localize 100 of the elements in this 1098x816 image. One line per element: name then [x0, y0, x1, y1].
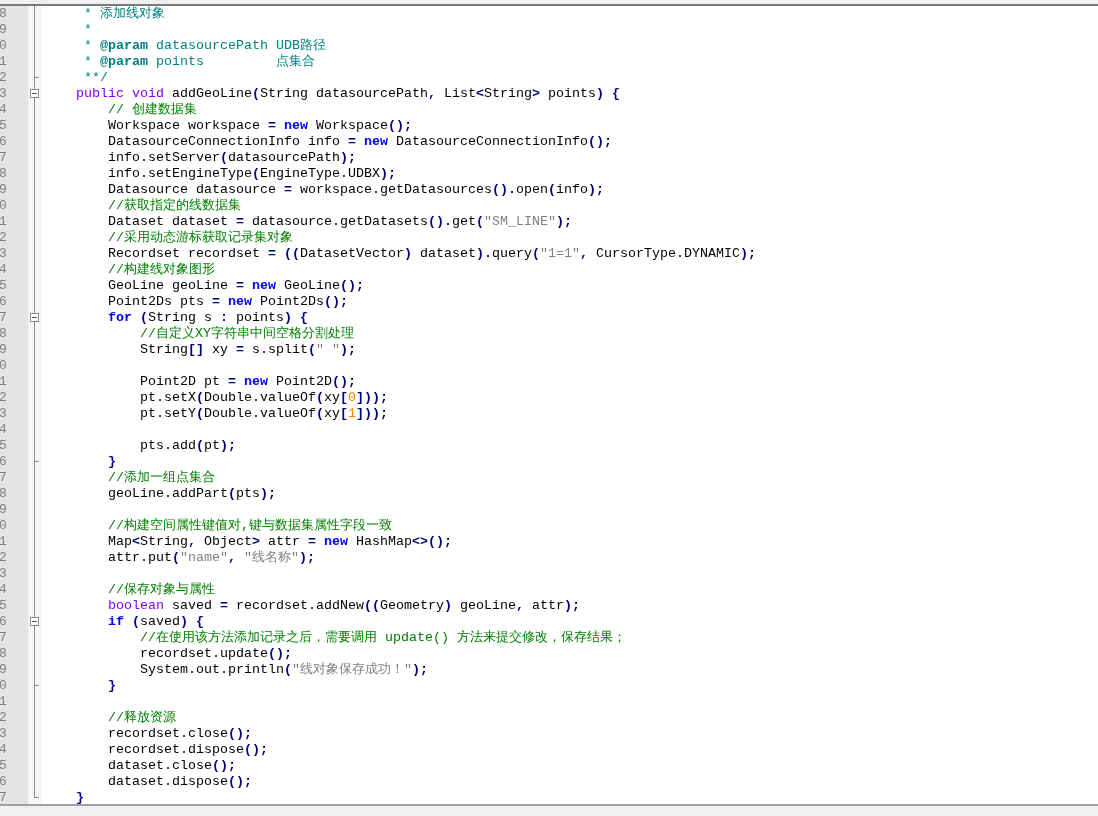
- code-line: }: [75, 790, 84, 804]
- code-line: * @param datasourcePath UDB路径: [83, 38, 326, 54]
- line-number: 8: [0, 486, 7, 502]
- code-line: * @param points 点集合: [83, 54, 315, 70]
- line-number: 1: [0, 54, 7, 70]
- line-number: 7: [0, 150, 7, 166]
- line-number: 5: [0, 438, 7, 454]
- line-number: 3: [0, 726, 7, 742]
- code-line: //自定义XY字符串中间空格分割处理: [138, 326, 354, 342]
- line-number: 9: [0, 662, 7, 678]
- code-line: pt.setX(Double.valueOf(xy[0]));: [138, 390, 388, 406]
- line-number: 6: [0, 454, 7, 470]
- line-number: 3: [0, 406, 7, 422]
- line-number: 0: [0, 358, 7, 374]
- code-line: Map<String, Object> attr = new HashMap<>();: [107, 534, 452, 550]
- code-line: //添加一组点集合: [107, 470, 215, 486]
- line-number: 8: [0, 326, 7, 342]
- line-number: 0: [0, 38, 7, 54]
- code-line: dataset.close();: [107, 758, 236, 774]
- code-line: for (String s : points) {: [107, 310, 308, 326]
- line-number: 7: [0, 470, 7, 486]
- code-line: Point2Ds pts = new Point2Ds();: [107, 294, 348, 310]
- line-number: 9: [0, 502, 7, 518]
- line-number: 3: [0, 246, 7, 262]
- code-line: Point2D pt = new Point2D();: [138, 374, 356, 390]
- code-line: public void addGeoLine(String datasourcePath, List<String> points) {: [75, 86, 620, 102]
- line-number: 2: [0, 390, 7, 406]
- line-number: 6: [0, 774, 7, 790]
- line-number: 4: [0, 102, 7, 118]
- minus-icon: [31, 90, 38, 97]
- code-line: recordset.close();: [107, 726, 252, 742]
- line-number: 0: [0, 678, 7, 694]
- line-number: 2: [0, 230, 7, 246]
- code-line: info.setServer(datasourcePath);: [107, 150, 356, 166]
- line-number: 2: [0, 710, 7, 726]
- code-line: Workspace workspace = new Workspace();: [107, 118, 412, 134]
- line-number: 6: [0, 134, 7, 150]
- code-line: System.out.println("线对象保存成功！");: [138, 662, 428, 678]
- line-number: 1: [0, 694, 7, 710]
- line-number: 8: [0, 6, 7, 22]
- line-number: 3: [0, 566, 7, 582]
- line-number: 1: [0, 374, 7, 390]
- fold-toggle[interactable]: [30, 617, 39, 626]
- code-line: }: [107, 454, 116, 470]
- fold-toggle[interactable]: [30, 89, 39, 98]
- line-number: 0: [0, 518, 7, 534]
- code-line: //采用动态游标获取记录集对象: [107, 230, 293, 246]
- code-line: //获取指定的线数据集: [107, 198, 241, 214]
- line-number: 9: [0, 182, 7, 198]
- code-line: }: [107, 678, 116, 694]
- line-number: 7: [0, 790, 7, 804]
- line-number: 7: [0, 310, 7, 326]
- line-number: 6: [0, 614, 7, 630]
- line-number: 2: [0, 70, 7, 86]
- line-number: 7: [0, 630, 7, 646]
- line-number: 5: [0, 278, 7, 294]
- code-line: recordset.update();: [138, 646, 292, 662]
- code-line: // 创建数据集: [107, 102, 197, 118]
- line-number: 3: [0, 86, 7, 102]
- code-line: boolean saved = recordset.addNew((Geometry) geoLine, attr);: [107, 598, 580, 614]
- code-line: //在使用该方法添加记录之后，需要调用 update() 方法来提交修改，保存结果；: [138, 630, 626, 646]
- code-line: if (saved) {: [107, 614, 204, 630]
- code-line: Datasource datasource = workspace.getDatasources().open(info);: [107, 182, 604, 198]
- code-line: //构建线对象图形: [107, 262, 215, 278]
- line-number: 9: [0, 342, 7, 358]
- code-line: *: [83, 22, 92, 38]
- minus-icon: [31, 314, 38, 321]
- line-number: 4: [0, 262, 7, 278]
- code-line: pt.setY(Double.valueOf(xy[1]));: [138, 406, 388, 422]
- code-line: Dataset dataset = datasource.getDatasets().get("SM_LINE");: [107, 214, 572, 230]
- code-line: dataset.dispose();: [107, 774, 252, 790]
- code-line: //保存对象与属性: [107, 582, 215, 598]
- code-line: DatasourceConnectionInfo info = new DatasourceConnectionInfo();: [107, 134, 612, 150]
- code-line: //释放资源: [107, 710, 176, 726]
- fold-toggle[interactable]: [30, 313, 39, 322]
- line-number: 1: [0, 534, 7, 550]
- minus-icon: [31, 618, 38, 625]
- line-number: 5: [0, 598, 7, 614]
- line-number: 8: [0, 166, 7, 182]
- line-number: 6: [0, 294, 7, 310]
- code-line: * 添加线对象: [83, 6, 165, 22]
- code-line: recordset.dispose();: [107, 742, 268, 758]
- line-number: 1: [0, 214, 7, 230]
- line-number: 5: [0, 758, 7, 774]
- code-line: info.setEngineType(EngineType.UDBX);: [107, 166, 396, 182]
- code-line: geoLine.addPart(pts);: [107, 486, 276, 502]
- line-number: 9: [0, 22, 7, 38]
- line-number: 4: [0, 742, 7, 758]
- code-line: attr.put("name", "线名称");: [107, 550, 315, 566]
- line-number: 4: [0, 422, 7, 438]
- code-line: pts.add(pt);: [138, 438, 236, 454]
- code-line: //构建空间属性键值对,键与数据集属性字段一致: [107, 518, 392, 534]
- code-line: GeoLine geoLine = new GeoLine();: [107, 278, 364, 294]
- line-number: 8: [0, 646, 7, 662]
- line-number: 5: [0, 118, 7, 134]
- line-number: 4: [0, 582, 7, 598]
- line-number: 2: [0, 550, 7, 566]
- line-number: 0: [0, 198, 7, 214]
- code-line: String[] xy = s.split(" ");: [138, 342, 356, 358]
- code-line: Recordset recordset = ((DatasetVector) dataset).query("1=1", CursorType.DYNAMIC);: [107, 246, 756, 262]
